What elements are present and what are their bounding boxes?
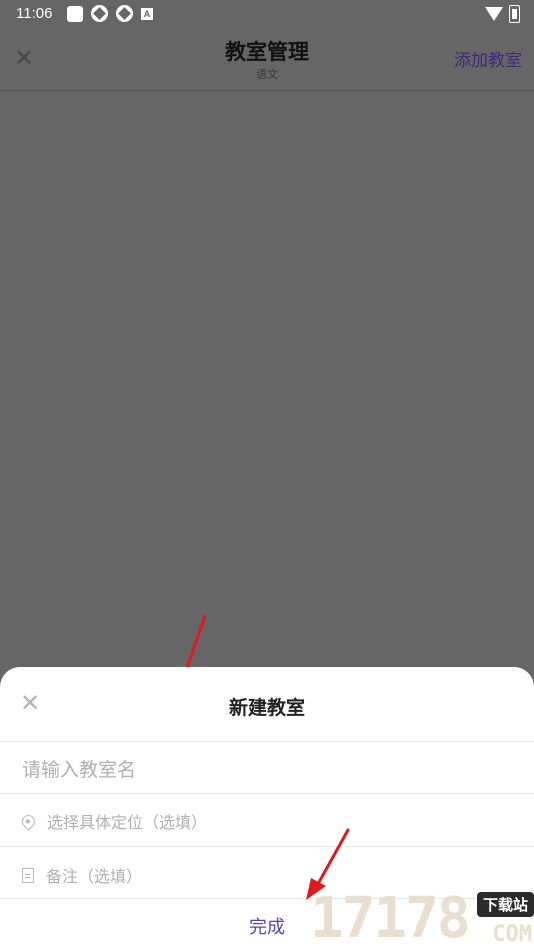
page-header: ✕ 教室管理 语文 添加教室 — [0, 28, 534, 91]
notification-app-icon — [91, 5, 108, 22]
system-icons — [485, 5, 520, 23]
classroom-name-input[interactable]: 请输入教室名 — [22, 755, 512, 782]
divider — [0, 846, 534, 847]
notification-square-icon — [67, 5, 83, 22]
location-select[interactable]: 选择具体定位（选填） — [19, 809, 512, 833]
watermark-domain: COM — [492, 922, 532, 947]
sheet-title: 新建教室 — [228, 697, 305, 719]
notification-a-icon: A — [141, 7, 153, 20]
location-placeholder: 选择具体定位（选填） — [47, 813, 208, 832]
notification-icons: A — [67, 5, 153, 22]
wifi-icon — [485, 7, 503, 21]
note-placeholder: 备注（选填） — [46, 867, 143, 886]
location-pin-icon — [19, 811, 38, 831]
add-classroom-button[interactable]: 添加教室 — [454, 46, 522, 71]
divider — [0, 741, 534, 742]
watermark-badge: 下载站 — [476, 892, 534, 917]
notification-app-icon-2 — [116, 5, 133, 22]
battery-icon — [509, 5, 520, 23]
screen: 11:06 A ✕ 教室管理 语文 添加教室 ✕ 新建教室 请输入教室名 选择具… — [0, 0, 534, 950]
note-input[interactable]: 备注（选填） — [22, 863, 512, 887]
divider — [0, 793, 534, 794]
status-bar: 11:06 A — [0, 0, 534, 28]
watermark: 17178 下载站 COM — [310, 888, 534, 950]
watermark-number: 17178 — [310, 886, 471, 950]
document-icon — [22, 867, 34, 883]
status-time: 11:06 — [16, 5, 53, 22]
